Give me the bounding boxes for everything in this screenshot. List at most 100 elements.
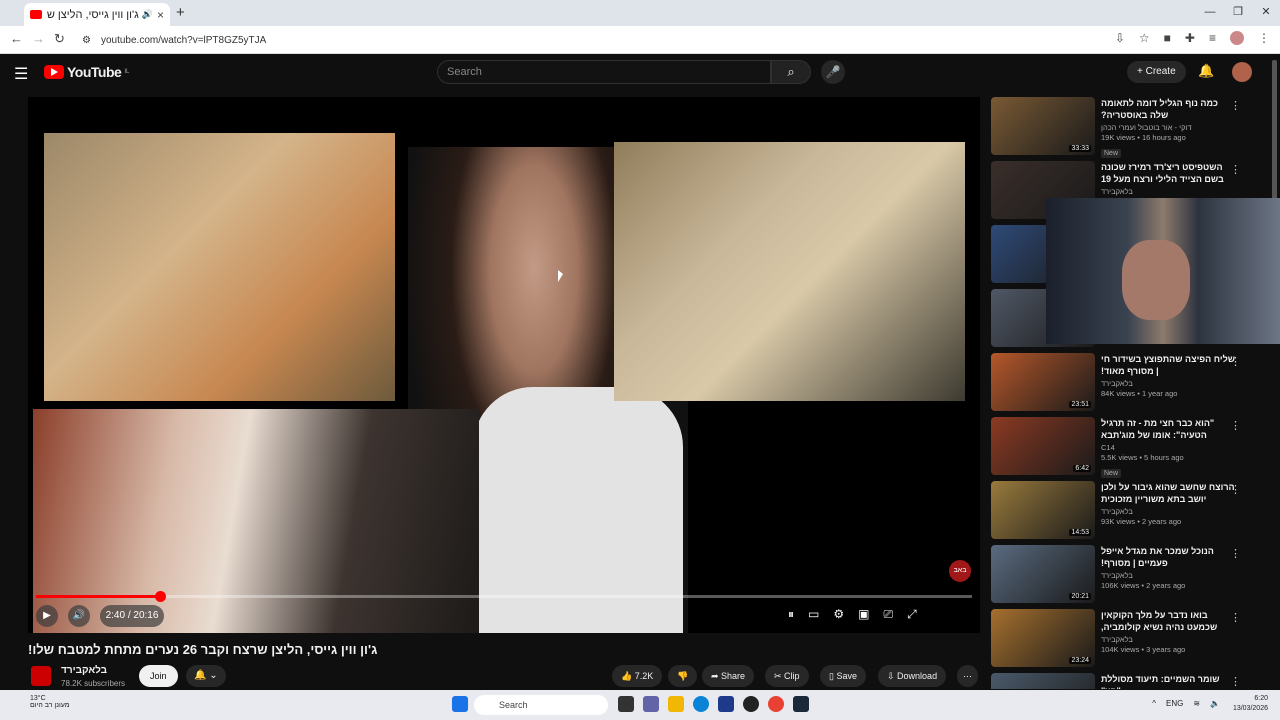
recommendation-thumbnail[interactable]: 6:42 [991, 417, 1095, 475]
dislike-button[interactable]: 👎 [668, 665, 698, 687]
recommendation-title[interactable]: שומר השמיים: תיעוד מסוללת "חץ" [1101, 673, 1237, 689]
recommendation-title[interactable]: "הוא כבר חצי מת - זה תרגיל הטעיה": אומו … [1101, 417, 1237, 441]
chrome-icon[interactable] [768, 696, 784, 712]
more-options-icon[interactable]: ⋮ [1230, 163, 1241, 176]
more-options-icon[interactable]: ⋮ [1230, 675, 1241, 688]
tray-chevron-icon[interactable]: ^ [1152, 699, 1156, 708]
speaker-icon[interactable]: 🔈 [1210, 699, 1220, 708]
more-options-icon[interactable]: ⋮ [1230, 547, 1241, 560]
cast-icon[interactable]: ⎚ [883, 607, 893, 622]
close-window-icon[interactable]: ✕ [1252, 0, 1280, 26]
extension-icon[interactable]: ■ [1164, 31, 1171, 45]
more-options-icon[interactable]: ⋮ [1230, 483, 1241, 496]
forward-icon[interactable]: → [32, 31, 45, 46]
recommendation-title[interactable]: הרוצח שחשב שהוא גיבור על ולכן יושב בתא מ… [1101, 481, 1237, 505]
puzzle-icon[interactable]: ✚ [1185, 31, 1195, 45]
create-button[interactable]: + Create [1127, 61, 1186, 83]
download-button[interactable]: ⇩ Download [878, 665, 947, 687]
minimize-icon[interactable]: — [1196, 0, 1224, 26]
like-button[interactable]: 👍 7.2K [612, 665, 663, 687]
channel-watermark[interactable]: באב [949, 560, 971, 582]
voice-search-icon[interactable]: 🎤 [821, 60, 845, 84]
file-explorer-icon[interactable] [668, 696, 684, 712]
teams-icon[interactable] [643, 696, 659, 712]
recommendation-item[interactable]: 6:42 "הוא כבר חצי מת - זה תרגיל הטעיה": א… [991, 417, 1271, 478]
taskbar-search[interactable]: Search [474, 695, 608, 715]
channel-avatar[interactable] [31, 666, 51, 686]
profile-avatar[interactable] [1230, 31, 1244, 45]
recommendation-channel[interactable]: בלאקבירד [1101, 635, 1237, 644]
more-options-icon[interactable]: ⋮ [1230, 99, 1241, 112]
share-button[interactable]: ➦ Share [702, 665, 755, 687]
media-app-icon[interactable] [743, 696, 759, 712]
install-icon[interactable]: ⇩ [1115, 31, 1125, 45]
more-actions-icon[interactable]: ⋯ [957, 665, 978, 687]
recommendation-item[interactable]: 23:51 שליח הפיצה שהתפוצץ בשידור חי | מסור… [991, 353, 1271, 413]
recommendation-title[interactable]: השטפיסט ריצ'רד רמירז שכונה בשם הצייד הלי… [1101, 161, 1237, 185]
volume-icon[interactable]: 🔊 [68, 605, 90, 627]
store-icon[interactable] [718, 696, 734, 712]
site-info-icon[interactable]: ⚙ [82, 35, 91, 46]
browser-menu-icon[interactable]: ⋮ [1258, 31, 1270, 45]
task-view-icon[interactable] [618, 696, 634, 712]
recommendation-item[interactable]: 20:21 הנוכל שמכר את מגדל אייפל פעמיים | מ… [991, 545, 1271, 605]
start-menu-icon[interactable] [452, 696, 468, 712]
hamburger-menu-icon[interactable]: ☰ [14, 64, 28, 84]
recommendation-channel[interactable]: דוקי - אור בוטבול ועמרי הכהן [1101, 123, 1237, 132]
recommendation-thumbnail[interactable]: 23:24 [991, 609, 1095, 667]
recommendation-item[interactable]: שומר השמיים: תיעוד מסוללת "חץ"⋮ [991, 673, 1271, 689]
steam-icon[interactable] [793, 696, 809, 712]
taskbar-clock[interactable]: 6:20 13/03/2026 [1233, 694, 1268, 714]
progress-scrubber[interactable] [154, 591, 166, 602]
recommendation-item[interactable]: 33:33 כמה נוף הגליל דומה לתאומה שלה באוסט… [991, 97, 1271, 158]
wifi-icon[interactable]: ≋ [1193, 699, 1200, 708]
recommendation-channel[interactable]: בלאקבירד [1101, 507, 1237, 516]
recommendation-title[interactable]: כמה נוף הגליל דומה לתאומה שלה באוסטריה? [1101, 97, 1237, 121]
close-tab-icon[interactable]: × [157, 8, 164, 22]
more-options-icon[interactable]: ⋮ [1230, 611, 1241, 624]
settings-gear-icon[interactable]: ⚙ [833, 607, 844, 622]
search-button[interactable]: ⌕ [771, 60, 811, 84]
maximize-icon[interactable]: ❐ [1224, 0, 1252, 26]
language-indicator[interactable]: ENG [1166, 699, 1183, 708]
recommendation-thumbnail[interactable]: 23:51 [991, 353, 1095, 411]
back-icon[interactable]: ← [10, 31, 23, 46]
notifications-icon[interactable]: 🔔 [1198, 63, 1214, 79]
youtube-logo[interactable]: YouTube IL [44, 64, 129, 80]
save-button[interactable]: ▯ Save [820, 665, 866, 687]
recommendation-channel[interactable]: C14 [1101, 443, 1237, 452]
recommendation-channel[interactable]: בלאקבירד [1101, 187, 1237, 196]
more-options-icon[interactable]: ⋮ [1230, 355, 1241, 368]
recommendation-title[interactable]: בואו נדבר על מלך הקוקאין שכמעט נהיה נשיא… [1101, 609, 1237, 633]
channel-name[interactable]: בלאקבירד [61, 665, 107, 676]
notification-bell-button[interactable]: 🔔 ⌄ [186, 665, 226, 687]
recommendation-channel[interactable]: בלאקבירד [1101, 379, 1237, 388]
progress-bar[interactable] [36, 591, 972, 602]
recommendation-title[interactable]: שליח הפיצה שהתפוצץ בשידור חי | מסורף מאו… [1101, 353, 1237, 377]
edge-icon[interactable] [693, 696, 709, 712]
browser-tab[interactable]: ג'ון ווין גייסי, הליצן שרצח ו 🔊 × [24, 3, 170, 26]
new-tab-button[interactable]: + [176, 4, 185, 21]
user-avatar[interactable] [1232, 62, 1252, 82]
join-button[interactable]: Join [139, 665, 178, 687]
reload-icon[interactable]: ↻ [54, 31, 65, 47]
search-input[interactable]: Search [437, 60, 771, 84]
fullscreen-icon[interactable]: ⤢ [907, 607, 917, 622]
bookmark-star-icon[interactable]: ☆ [1139, 31, 1150, 45]
play-button[interactable]: ▶ [36, 605, 58, 627]
recommendation-thumbnail[interactable] [991, 673, 1095, 689]
more-options-icon[interactable]: ⋮ [1230, 419, 1241, 432]
clip-button[interactable]: ✂ Clip [765, 665, 809, 687]
media-icon[interactable]: ≡ [1209, 31, 1216, 45]
autoplay-toggle-icon[interactable]: ⏸ [788, 607, 794, 622]
captions-icon[interactable]: ▭ [808, 607, 819, 622]
recommendation-item[interactable]: 14:53 הרוצח שחשב שהוא גיבור על ולכן יושב … [991, 481, 1271, 541]
video-player[interactable]: באב ▶ 🔊 2:40 / 20:16 ⏸ ▭ ⚙ ▣ ⎚ ⤢ [28, 97, 980, 633]
recommendation-thumbnail[interactable]: 20:21 [991, 545, 1095, 603]
recommendation-item[interactable]: 23:24 בואו נדבר על מלך הקוקאין שכמעט נהיה… [991, 609, 1271, 669]
recommendation-thumbnail[interactable]: 14:53 [991, 481, 1095, 539]
miniplayer-icon[interactable]: ▣ [858, 607, 869, 622]
recommendation-thumbnail[interactable]: 33:33 [991, 97, 1095, 155]
recommendation-title[interactable]: הנוכל שמכר את מגדל אייפל פעמיים | מסורף! [1101, 545, 1237, 569]
omnibox[interactable]: ⚙ youtube.com/watch?v=lPT8GZ5yTJA [74, 29, 1094, 51]
